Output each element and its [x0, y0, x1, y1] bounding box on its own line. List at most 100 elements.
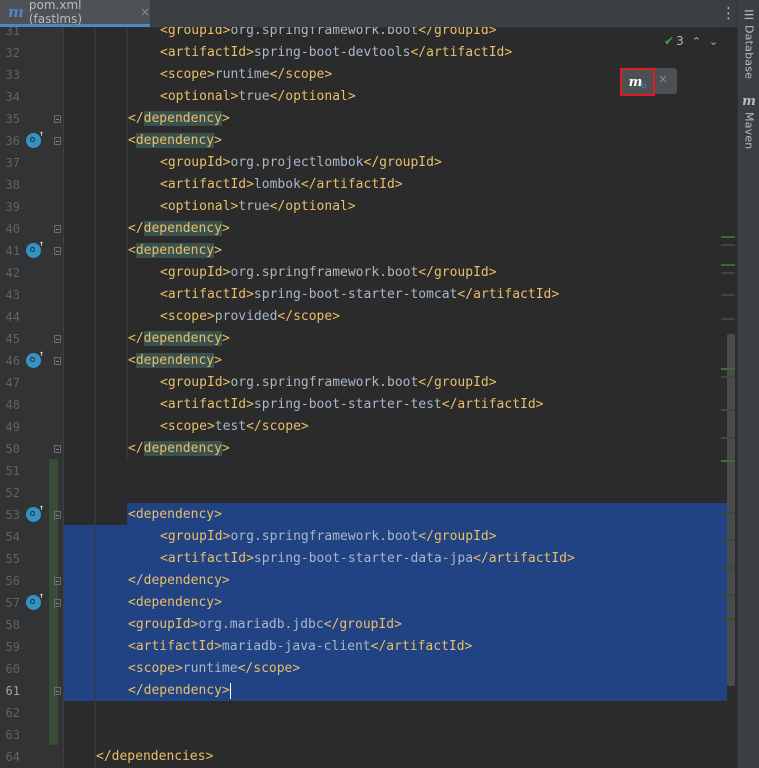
previous-highlight-icon[interactable]: ⌃ [692, 35, 701, 48]
change-marker[interactable] [721, 294, 735, 296]
fold-toggle-icon[interactable] [54, 577, 61, 585]
code-line[interactable]: <dependency> [64, 350, 727, 372]
change-marker[interactable] [721, 368, 735, 370]
change-marker[interactable] [721, 539, 735, 541]
code-line[interactable]: </dependency> [64, 438, 727, 460]
code-line[interactable]: <groupId>org.springframework.boot</group… [64, 526, 727, 548]
arrow-up-icon: ↑ [39, 239, 44, 248]
change-marker[interactable] [721, 376, 735, 378]
gutter-row: 47 [0, 372, 64, 394]
code-line[interactable]: <dependency> [64, 130, 727, 152]
code-line[interactable]: <groupId>org.mariadb.jdbc</groupId> [64, 614, 727, 636]
code-line[interactable] [64, 724, 727, 746]
gutter-row: 34 [0, 86, 64, 108]
change-marker[interactable] [721, 236, 735, 238]
code-line[interactable]: </dependency> [64, 570, 727, 592]
line-number: 60 [5, 662, 20, 676]
line-number: 58 [5, 618, 20, 632]
fold-toggle-icon[interactable] [54, 335, 61, 343]
tab-menu-icon[interactable]: ⋮ [721, 4, 736, 24]
line-number: 44 [5, 310, 20, 324]
line-number: 42 [5, 266, 20, 280]
code-line[interactable]: <groupId>org.springframework.boot</group… [64, 262, 727, 284]
change-marker[interactable] [721, 318, 735, 320]
dependency-run-icon[interactable]: ↑ [26, 349, 44, 368]
change-marker[interactable] [721, 460, 735, 462]
tab-close-icon[interactable]: × [140, 5, 150, 19]
gutter-row: 48 [0, 394, 64, 416]
line-number: 45 [5, 332, 20, 346]
change-marker[interactable] [721, 594, 735, 596]
gutter-row: 52 [0, 482, 64, 504]
fold-toggle-icon[interactable] [54, 137, 61, 145]
reload-icon: ↻ [640, 79, 647, 91]
code-line[interactable]: <groupId>org.projectlombok</groupId> [64, 152, 727, 174]
code-line[interactable] [64, 482, 727, 504]
code-line[interactable]: <artifactId>mariadb-java-client</artifac… [64, 636, 727, 658]
change-marker[interactable] [721, 512, 735, 514]
fold-toggle-icon[interactable] [54, 115, 61, 123]
tab-pom-xml[interactable]: m pom.xml (fastlms) × [0, 0, 150, 27]
code-line[interactable] [64, 702, 727, 724]
database-label: Database [742, 25, 756, 80]
change-marker[interactable] [721, 567, 735, 569]
change-marker[interactable] [721, 272, 735, 274]
fold-toggle-icon[interactable] [54, 247, 61, 255]
code-line[interactable]: <scope>provided</scope> [64, 306, 727, 328]
dependency-run-icon[interactable]: ↑ [26, 239, 44, 258]
fold-toggle-icon[interactable] [54, 687, 61, 695]
next-highlight-icon[interactable]: ⌄ [709, 35, 718, 48]
line-number: 61 [5, 684, 20, 698]
code-line[interactable]: <scope>runtime</scope> [64, 658, 727, 680]
change-marker[interactable] [721, 618, 735, 620]
maven-tool-button[interactable]: m Maven [740, 94, 758, 149]
dependency-run-icon[interactable]: ↑ [26, 503, 44, 522]
code-line[interactable]: </dependencies> [64, 746, 727, 768]
scrollbar-thumb[interactable] [727, 334, 735, 686]
dependency-run-icon[interactable]: ↑ [26, 591, 44, 610]
gutter-row: 62 [0, 702, 64, 724]
inspection-widget[interactable]: ✔ 3 ⌃ ⌄ [664, 34, 718, 48]
change-marker[interactable] [721, 437, 735, 439]
code-line[interactable]: <dependency> [64, 240, 727, 262]
gutter-row: 50 [0, 438, 64, 460]
dependency-run-icon[interactable]: ↑ [26, 130, 44, 148]
code-line[interactable]: <optional>true</optional> [64, 196, 727, 218]
code-line[interactable]: <scope>test</scope> [64, 416, 727, 438]
code-line[interactable]: <artifactId>spring-boot-devtools</artifa… [64, 42, 727, 64]
load-maven-changes-button[interactable]: m ↻ [620, 68, 655, 96]
code-line[interactable]: <groupId>org.springframework.boot</group… [64, 372, 727, 394]
arrow-up-icon: ↑ [39, 591, 44, 600]
fold-toggle-icon[interactable] [54, 357, 61, 365]
code-line[interactable]: </dependency> [64, 680, 727, 702]
code-line[interactable]: <artifactId>spring-boot-starter-test</ar… [64, 394, 727, 416]
arrow-up-icon: ↑ [39, 349, 44, 358]
code-line[interactable]: <dependency> [64, 592, 727, 614]
code-text: </dependency> [128, 331, 230, 346]
fold-toggle-icon[interactable] [54, 445, 61, 453]
code-line[interactable]: </dependency> [64, 328, 727, 350]
fold-toggle-icon[interactable] [54, 599, 61, 607]
code-line[interactable]: <groupId>org.springframework.boot</group… [64, 27, 727, 42]
change-marker[interactable] [721, 409, 735, 411]
code-line[interactable]: <artifactId>spring-boot-starter-tomcat</… [64, 284, 727, 306]
code-line[interactable]: <artifactId>lombok</artifactId> [64, 174, 727, 196]
code-editor[interactable]: <groupId>org.springframework.boot</group… [64, 27, 727, 768]
tab-title: pom.xml (fastlms) [28, 0, 83, 26]
arrow-up-icon: ↑ [39, 503, 44, 512]
fold-toggle-icon[interactable] [54, 225, 61, 233]
popup-close-icon[interactable]: × [658, 72, 668, 86]
inspection-count: 3 [676, 34, 684, 48]
code-line[interactable]: <dependency> [64, 504, 727, 526]
database-tool-button[interactable]: ☰ Database [740, 8, 758, 79]
line-number: 47 [5, 376, 20, 390]
code-line[interactable]: </dependency> [64, 108, 727, 130]
code-text: </dependency> [128, 221, 230, 236]
code-line[interactable] [64, 460, 727, 482]
code-line[interactable]: </dependency> [64, 218, 727, 240]
fold-toggle-icon[interactable] [54, 511, 61, 519]
line-number: 39 [5, 200, 20, 214]
change-marker[interactable] [721, 244, 735, 246]
code-line[interactable]: <artifactId>spring-boot-starter-data-jpa… [64, 548, 727, 570]
change-marker[interactable] [721, 264, 735, 266]
